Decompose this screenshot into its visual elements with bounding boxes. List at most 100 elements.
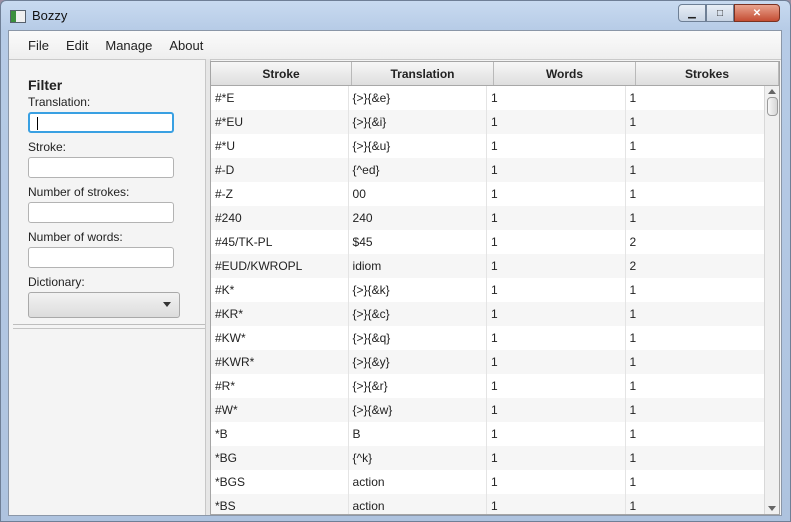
translation-cell: action (349, 494, 488, 514)
strokes-cell: 1 (626, 182, 765, 206)
translation-cell: {>}{&w} (349, 398, 488, 422)
panel-divider[interactable] (13, 325, 205, 329)
close-button[interactable]: ✕ (734, 4, 780, 22)
table-row[interactable]: #-Z 00 1 1 (211, 182, 765, 206)
table-row[interactable]: #*E {>}{&e} 1 1 (211, 86, 765, 110)
stroke-cell: *BGS (211, 470, 349, 494)
translation-cell: {>}{&u} (349, 134, 488, 158)
table-row[interactable]: #-D {^ed} 1 1 (211, 158, 765, 182)
table-row[interactable]: #KR* {>}{&c} 1 1 (211, 302, 765, 326)
strokes-cell: 2 (626, 254, 765, 278)
window-title: Bozzy (32, 8, 68, 23)
words-cell: 1 (487, 302, 626, 326)
table-row[interactable]: *BS action 1 1 (211, 494, 765, 514)
app-window: Bozzy ▁ □ ✕ File Edit Manage About Filte… (0, 0, 791, 522)
strokes-cell: 1 (626, 494, 765, 514)
words-cell: 1 (487, 422, 626, 446)
table-row[interactable]: *B B 1 1 (211, 422, 765, 446)
stroke-cell: #*U (211, 134, 349, 158)
translation-cell: 240 (349, 206, 488, 230)
menu-manage[interactable]: Manage (105, 38, 152, 53)
strokes-cell: 1 (626, 134, 765, 158)
table-row[interactable]: *BG {^k} 1 1 (211, 446, 765, 470)
strokes-cell: 1 (626, 350, 765, 374)
num-words-label: Number of words: (28, 230, 123, 244)
table-row[interactable]: #240 240 1 1 (211, 206, 765, 230)
stroke-input[interactable] (28, 157, 174, 178)
stroke-cell: #EUD/KWROPL (211, 254, 349, 278)
words-cell: 1 (487, 110, 626, 134)
dictionary-select[interactable] (28, 292, 180, 318)
table-row[interactable]: *BGS action 1 1 (211, 470, 765, 494)
table-row[interactable]: #KW* {>}{&q} 1 1 (211, 326, 765, 350)
words-cell: 1 (487, 230, 626, 254)
stroke-cell: #W* (211, 398, 349, 422)
table-row[interactable]: #K* {>}{&k} 1 1 (211, 278, 765, 302)
column-header-strokes[interactable]: Strokes (636, 62, 779, 85)
strokes-cell: 1 (626, 302, 765, 326)
maximize-icon: □ (716, 7, 724, 19)
strokes-cell: 1 (626, 326, 765, 350)
stroke-cell: #KWR* (211, 350, 349, 374)
translation-cell: {>}{&y} (349, 350, 488, 374)
table-row[interactable]: #KWR* {>}{&y} 1 1 (211, 350, 765, 374)
strokes-cell: 1 (626, 374, 765, 398)
scroll-thumb[interactable] (767, 97, 778, 116)
words-cell: 1 (487, 134, 626, 158)
filter-panel: Filter Translation: Stroke: Number of st… (13, 63, 205, 325)
strokes-cell: 1 (626, 398, 765, 422)
chevron-down-icon (163, 302, 171, 307)
table-row[interactable]: #R* {>}{&r} 1 1 (211, 374, 765, 398)
table-row[interactable]: #W* {>}{&w} 1 1 (211, 398, 765, 422)
table-row[interactable]: #45/TK-PL $45 1 2 (211, 230, 765, 254)
words-cell: 1 (487, 86, 626, 110)
column-header-words[interactable]: Words (494, 62, 636, 85)
vertical-scrollbar[interactable] (764, 86, 779, 514)
words-cell: 1 (487, 182, 626, 206)
table-row[interactable]: #*EU {>}{&i} 1 1 (211, 110, 765, 134)
table-row[interactable]: #EUD/KWROPL idiom 1 2 (211, 254, 765, 278)
table-header: Stroke Translation Words Strokes (211, 62, 779, 86)
words-cell: 1 (487, 158, 626, 182)
strokes-cell: 1 (626, 446, 765, 470)
stroke-cell: #*EU (211, 110, 349, 134)
translation-cell: {>}{&c} (349, 302, 488, 326)
maximize-button[interactable]: □ (706, 4, 734, 22)
menu-file[interactable]: File (28, 38, 49, 53)
stroke-cell: #45/TK-PL (211, 230, 349, 254)
words-cell: 1 (487, 206, 626, 230)
strokes-cell: 1 (626, 206, 765, 230)
stroke-cell: #R* (211, 374, 349, 398)
stroke-cell: *BS (211, 494, 349, 514)
num-strokes-input[interactable] (28, 202, 174, 223)
strokes-cell: 1 (626, 422, 765, 446)
table-row[interactable]: #*U {>}{&u} 1 1 (211, 134, 765, 158)
num-strokes-label: Number of strokes: (28, 185, 130, 199)
translation-cell: 00 (349, 182, 488, 206)
translation-label: Translation: (28, 95, 91, 109)
stroke-cell: #-D (211, 158, 349, 182)
num-words-input[interactable] (28, 247, 174, 268)
stroke-cell: #*E (211, 86, 349, 110)
translation-cell: {>}{&i} (349, 110, 488, 134)
words-cell: 1 (487, 278, 626, 302)
stroke-cell: #-Z (211, 182, 349, 206)
minimize-button[interactable]: ▁ (678, 4, 706, 22)
words-cell: 1 (487, 374, 626, 398)
stroke-label: Stroke: (28, 140, 67, 154)
scroll-down-icon[interactable] (768, 506, 776, 511)
column-header-translation[interactable]: Translation (352, 62, 494, 85)
translation-cell: action (349, 470, 488, 494)
words-cell: 1 (487, 326, 626, 350)
menu-about[interactable]: About (169, 38, 203, 53)
column-header-stroke[interactable]: Stroke (211, 62, 352, 85)
stroke-cell: #K* (211, 278, 349, 302)
scroll-up-icon[interactable] (768, 89, 776, 94)
title-bar[interactable]: Bozzy ▁ □ ✕ (1, 1, 790, 29)
menu-edit[interactable]: Edit (66, 38, 88, 53)
strokes-cell: 1 (626, 110, 765, 134)
close-icon: ✕ (752, 7, 762, 19)
translation-cell: B (349, 422, 488, 446)
translation-input[interactable] (28, 112, 174, 133)
translation-cell: idiom (349, 254, 488, 278)
